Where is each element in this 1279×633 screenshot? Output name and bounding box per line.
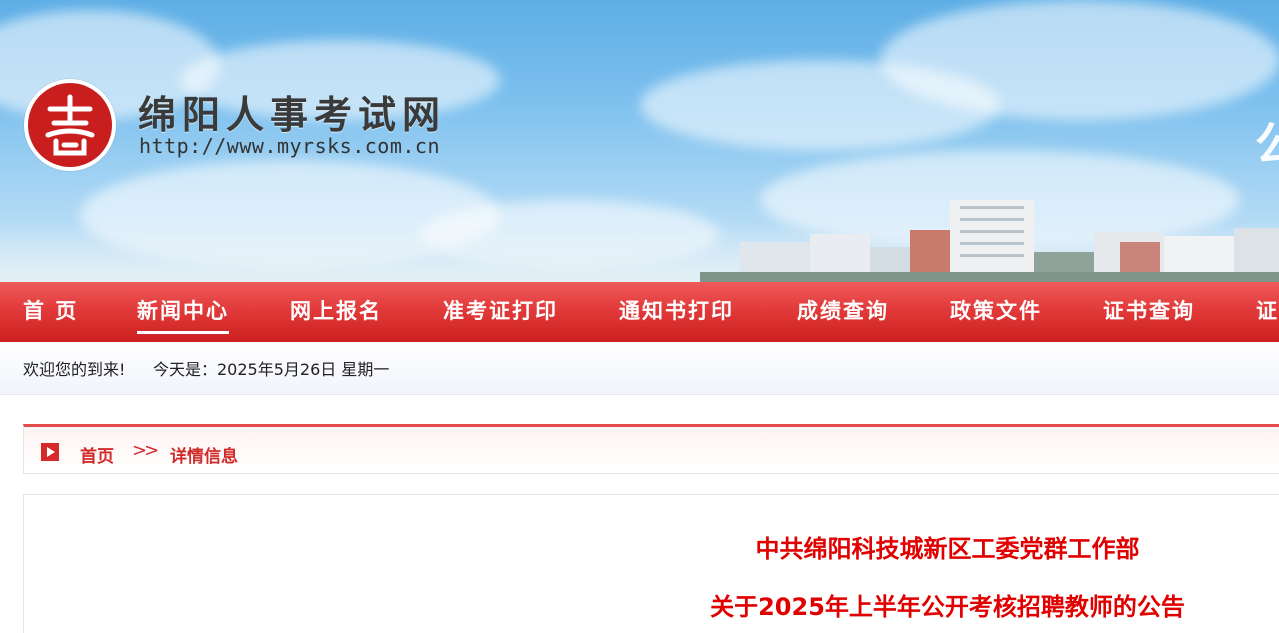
nav-item-online-registration[interactable]: 网上报名 [290, 282, 382, 342]
city-skyline-image [700, 200, 1279, 282]
article-title-line2: 关于2025年上半年公开考核招聘教师的公告 [710, 593, 1185, 621]
breadcrumb-separator: >> [132, 440, 159, 461]
welcome-greeting: 欢迎您的到来! [23, 360, 126, 379]
nav-item-score-query[interactable]: 成绩查询 [797, 282, 889, 342]
site-logo[interactable] [24, 79, 116, 171]
article-content: 中共绵阳科技城新区工委党群工作部 关于2025年上半年公开考核招聘教师的公告 [23, 494, 1279, 633]
banner-slogan-glyph: 公 [1255, 117, 1279, 171]
main-nav: 首 页 新闻中心 网上报名 准考证打印 通知书打印 成绩查询 政策文件 证书查询… [0, 282, 1279, 342]
current-date: 今天是：2025年5月26日 星期一 [153, 360, 390, 379]
nav-item-admission-ticket[interactable]: 准考证打印 [443, 282, 558, 342]
play-arrow-icon [41, 443, 59, 461]
article-title-line1: 中共绵阳科技城新区工委党群工作部 [755, 535, 1140, 563]
nav-item-news-center[interactable]: 新闻中心 [137, 282, 229, 342]
breadcrumb: 首页 >> 详情信息 [23, 424, 1279, 474]
seal-glyph-icon [45, 94, 95, 156]
nav-item-truncated[interactable]: 证 [1256, 282, 1279, 342]
nav-item-home[interactable]: 首 页 [23, 282, 78, 342]
breadcrumb-home-link[interactable]: 首页 [80, 442, 114, 467]
breadcrumb-current: 详情信息 [170, 447, 238, 467]
header-banner: 绵阳人事考试网 http://www.myrsks.com.cn 公 [0, 0, 1279, 282]
cloud-decoration [880, 0, 1279, 120]
site-title: 绵阳人事考试网 [138, 92, 447, 137]
nav-item-notice-print[interactable]: 通知书打印 [619, 282, 734, 342]
nav-item-policy-files[interactable]: 政策文件 [950, 282, 1042, 342]
site-url: http://www.myrsks.com.cn [139, 134, 440, 158]
logo-seal [28, 83, 112, 167]
welcome-bar: 欢迎您的到来! 今天是：2025年5月26日 星期一 [0, 342, 1279, 395]
nav-item-certificate-query[interactable]: 证书查询 [1103, 282, 1195, 342]
